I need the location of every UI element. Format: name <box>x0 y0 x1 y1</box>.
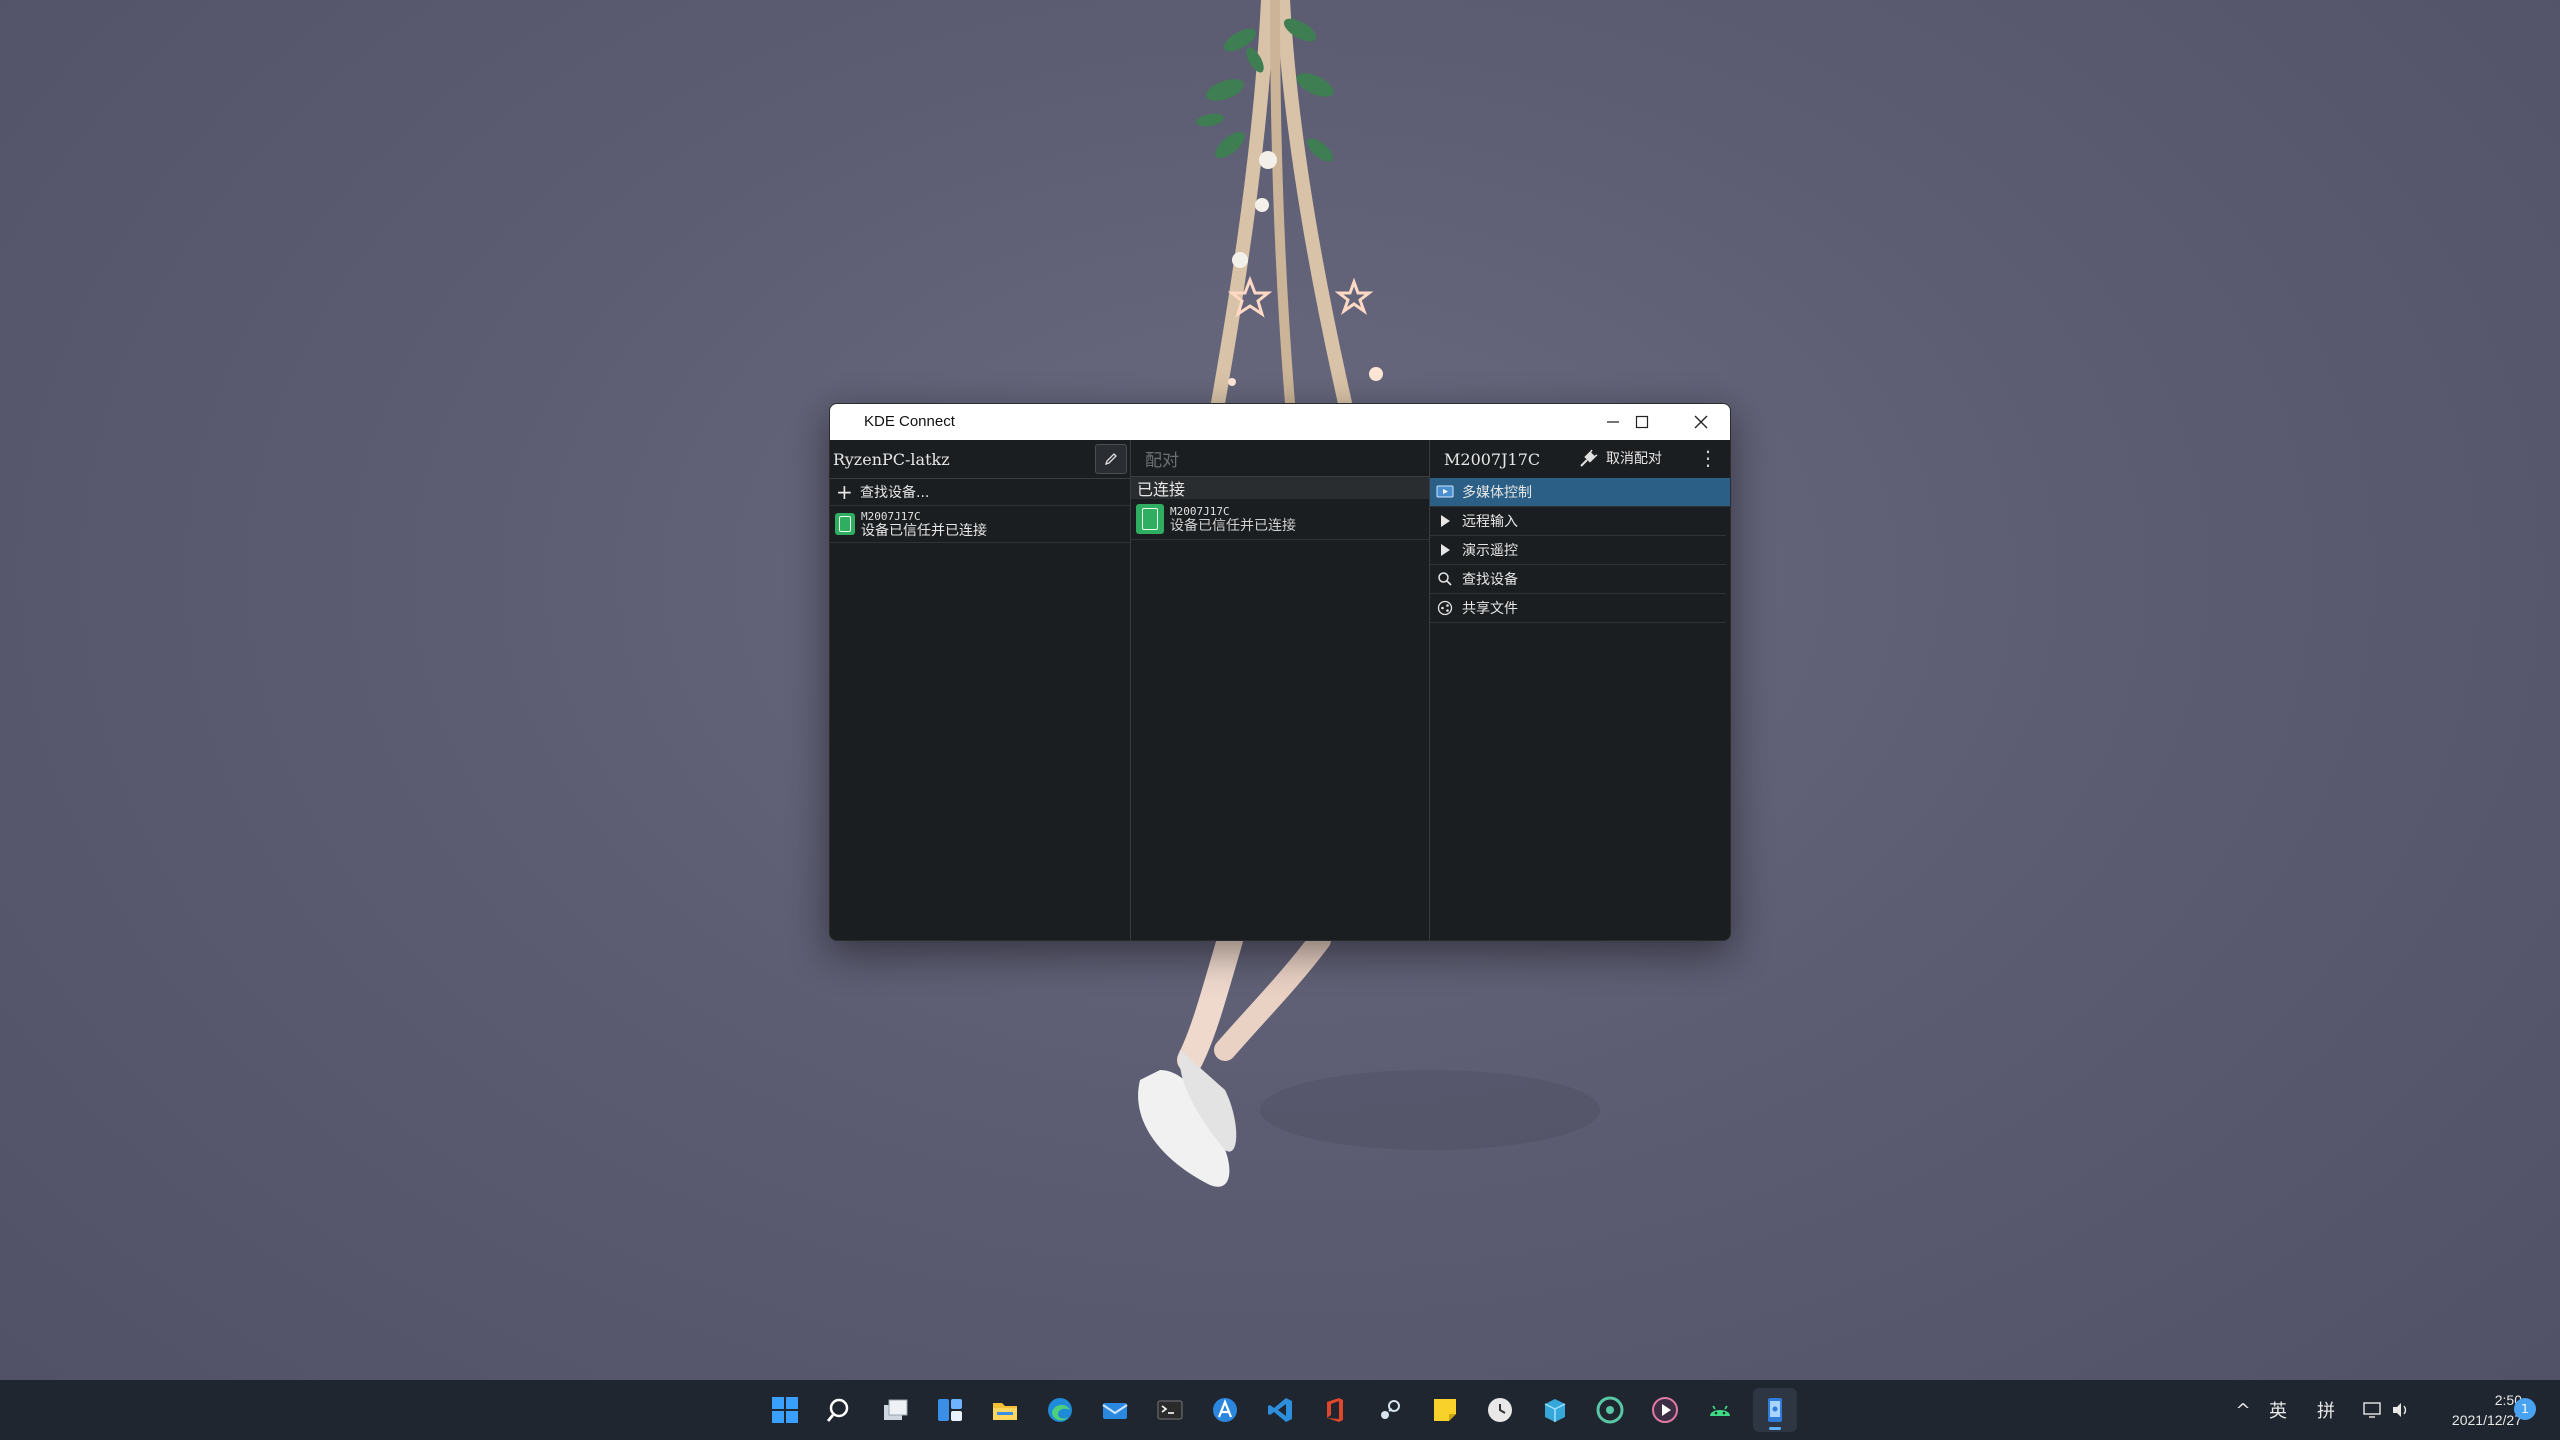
pencil-icon <box>1104 453 1117 466</box>
clock-app-icon[interactable] <box>1478 1388 1522 1432</box>
close-icon <box>1694 415 1708 429</box>
device-list-pane: RyzenPC-latkz + 查找设备... M2007J17C 设备已信任并… <box>830 440 1131 940</box>
device-status: 设备已信任并已连接 <box>861 523 987 539</box>
package-icon[interactable] <box>1533 1388 1577 1432</box>
media-player-icon[interactable] <box>1643 1388 1687 1432</box>
share-icon <box>1436 599 1454 617</box>
edge-icon[interactable] <box>1038 1388 1082 1432</box>
ime-language-indicator[interactable]: 英 <box>2262 1380 2294 1440</box>
connected-device-item[interactable]: M2007J17C 设备已信任并已连接 <box>1131 499 1429 540</box>
device-name: M2007J17C <box>1170 505 1230 518</box>
device-title: M2007J17C <box>1444 449 1541 469</box>
find-devices-item[interactable]: + 查找设备... <box>830 479 1130 506</box>
android-icon[interactable] <box>1698 1388 1742 1432</box>
mail-icon[interactable] <box>1093 1388 1137 1432</box>
rename-host-button[interactable] <box>1095 444 1127 474</box>
search-icon[interactable] <box>818 1388 862 1432</box>
ime-mode-indicator[interactable]: 拼 <box>2310 1380 2342 1440</box>
kde-connect-window: KDE Connect RyzenPC-latkz + 查找设备... M200… <box>829 403 1731 941</box>
plus-icon: + <box>836 480 853 504</box>
pairing-pane: 配对 已连接 M2007J17C 设备已信任并已连接 <box>1131 440 1430 940</box>
window-title: KDE Connect <box>864 413 955 430</box>
tray-overflow-chevron[interactable]: ^ <box>2230 1380 2256 1440</box>
clock-time: 2:50 <box>2494 1392 2522 1408</box>
sticky-notes-icon[interactable] <box>1423 1388 1467 1432</box>
taskbar: ^ 英 拼 2:50 2021/12/27 1 <box>0 1380 2560 1440</box>
connected-section-header: 已连接 <box>1131 477 1429 499</box>
device-list-item[interactable]: M2007J17C 设备已信任并已连接 <box>830 506 1130 543</box>
close-button[interactable] <box>1672 404 1730 440</box>
office-icon[interactable] <box>1313 1388 1357 1432</box>
start-icon[interactable] <box>763 1388 807 1432</box>
pair-header: 配对 <box>1131 440 1429 477</box>
kde-connect-icon[interactable] <box>1753 1388 1797 1432</box>
device-status: 设备已信任并已连接 <box>1170 518 1296 534</box>
device-detail-pane: M2007J17C 取消配对 ⋮ 多媒体控制 远程输入 演示遥控 查找设备 共享… <box>1430 440 1730 940</box>
network-icon[interactable] <box>2358 1380 2388 1440</box>
device-name: M2007J17C <box>861 510 921 523</box>
file-explorer-icon[interactable] <box>983 1388 1027 1432</box>
unpair-button[interactable]: 取消配对 <box>1578 447 1662 469</box>
maximize-icon <box>1635 415 1649 429</box>
unpair-label: 取消配对 <box>1606 451 1662 467</box>
arc-icon[interactable] <box>1203 1388 1247 1432</box>
task-view-icon[interactable] <box>873 1388 917 1432</box>
pair-label: 配对 <box>1145 450 1179 471</box>
plugin-share-files[interactable]: 共享文件 <box>1430 594 1726 623</box>
host-name: RyzenPC-latkz <box>833 449 950 469</box>
terminal-icon[interactable] <box>1148 1388 1192 1432</box>
plugin-presentation-remote[interactable]: 演示遥控 <box>1430 536 1726 565</box>
host-header: RyzenPC-latkz <box>830 440 1130 479</box>
plugin-multimedia-control[interactable]: 多媒体控制 <box>1430 478 1730 507</box>
smartphone-icon <box>1136 504 1164 534</box>
device-header: M2007J17C 取消配对 ⋮ <box>1430 440 1730 478</box>
more-options-icon[interactable]: ⋮ <box>1698 446 1718 470</box>
plugin-label: 共享文件 <box>1462 601 1518 617</box>
media-control-icon <box>1436 483 1454 501</box>
plugin-label: 演示遥控 <box>1462 543 1518 559</box>
window-content: RyzenPC-latkz + 查找设备... M2007J17C 设备已信任并… <box>830 440 1730 940</box>
vscode-icon[interactable] <box>1258 1388 1302 1432</box>
steam-icon[interactable] <box>1368 1388 1412 1432</box>
clock-date: 2021/12/27 <box>2451 1412 2522 1428</box>
pointer-icon <box>1436 541 1454 559</box>
volume-icon[interactable] <box>2386 1380 2416 1440</box>
plugin-remote-input[interactable]: 远程输入 <box>1430 507 1726 536</box>
find-devices-label: 查找设备... <box>860 485 930 501</box>
notification-badge[interactable]: 1 <box>2514 1398 2536 1420</box>
plugin-label: 查找设备 <box>1462 572 1518 588</box>
search-icon <box>1436 570 1454 588</box>
maximize-button[interactable] <box>1613 404 1671 440</box>
cd-icon[interactable] <box>1588 1388 1632 1432</box>
plugin-find-device[interactable]: 查找设备 <box>1430 565 1726 594</box>
widgets-icon[interactable] <box>928 1388 972 1432</box>
plugin-label: 多媒体控制 <box>1462 485 1532 501</box>
pointer-icon <box>1436 512 1454 530</box>
unplug-icon <box>1580 449 1598 467</box>
plugin-label: 远程输入 <box>1462 514 1518 530</box>
title-bar[interactable]: KDE Connect <box>830 404 1730 440</box>
smartphone-icon <box>835 513 855 535</box>
system-clock[interactable]: 2:50 2021/12/27 <box>2422 1390 2522 1430</box>
